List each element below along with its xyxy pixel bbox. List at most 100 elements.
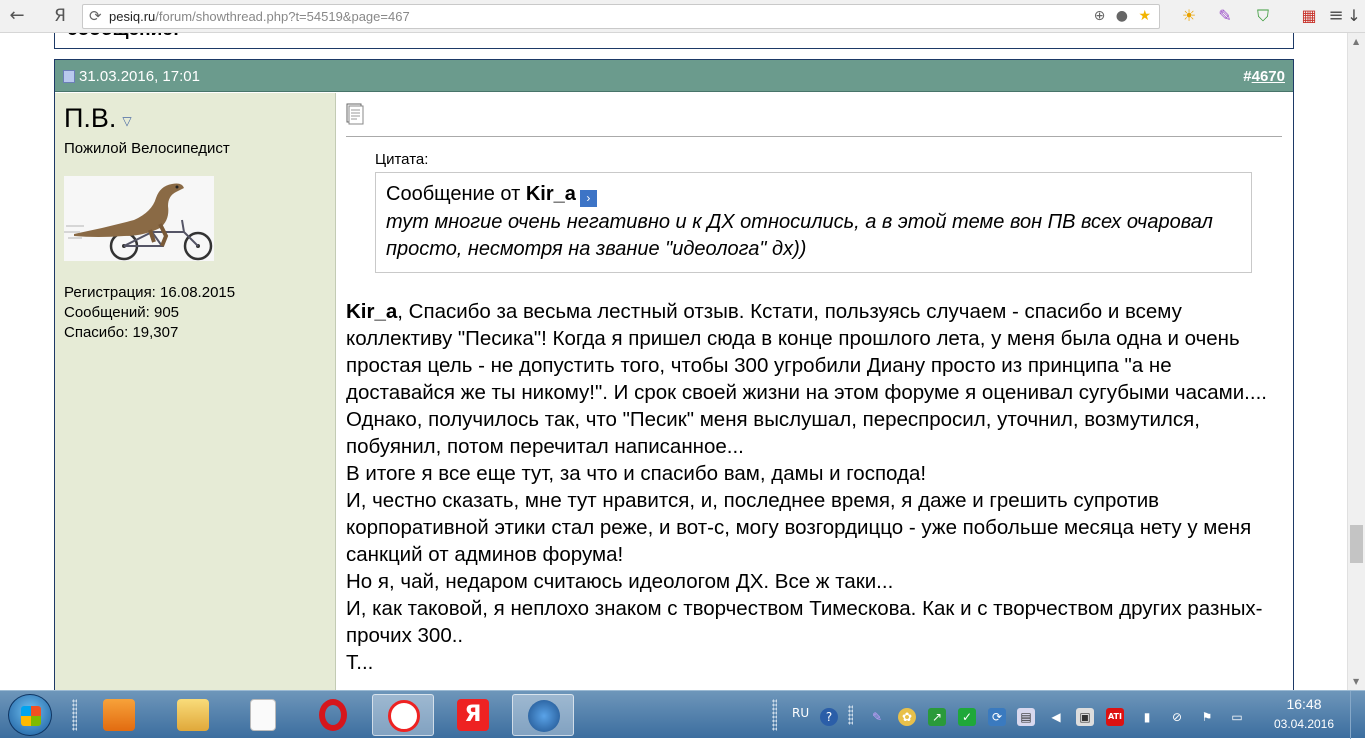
post-number-prefix: # xyxy=(1243,68,1252,85)
message-line: Т... xyxy=(346,651,374,674)
user-info-panel: П.В. ▽ Пожилой Велосипедист Регистрация: … xyxy=(55,93,336,690)
message-first-text: , Спасибо за весьма лестный отзыв. Кстат… xyxy=(346,300,1267,404)
user-title: Пожилой Велосипедист xyxy=(64,140,230,157)
page-scrollbar[interactable]: ▲ ▼ xyxy=(1347,33,1365,690)
post-header: 31.03.2016, 17:01 #4670 xyxy=(55,60,1293,92)
scroll-down-icon[interactable]: ▼ xyxy=(1353,677,1359,686)
document-file-icon xyxy=(250,699,276,731)
bookmark-star-icon[interactable]: ★ xyxy=(1138,8,1151,24)
user-stats: Регистрация: 16.08.2015 Сообщений: 905 С… xyxy=(64,283,235,343)
taskbar-grip[interactable] xyxy=(72,699,77,731)
ati-icon[interactable]: ATI xyxy=(1106,708,1124,726)
address-bar[interactable]: ⟳ pesiq.ru/forum/showthread.php?t=54519&… xyxy=(82,4,1160,29)
quote-author-name: Kir_a xyxy=(525,183,576,205)
url-text[interactable]: pesiq.ru/forum/showthread.php?t=54519&pa… xyxy=(109,9,410,24)
username[interactable]: П.В. xyxy=(64,103,116,133)
zoom-icon[interactable]: ⊕ xyxy=(1094,8,1106,24)
globe-phone-icon xyxy=(528,700,560,732)
post-number-link[interactable]: #4670 xyxy=(1243,68,1285,85)
post-message: Kir_a, Спасибо за весьма лестный отзыв. … xyxy=(346,298,1286,676)
checkmark-icon[interactable]: ✓ xyxy=(958,708,976,726)
usb-icon[interactable]: ▮ xyxy=(1138,708,1156,726)
taskbar-phone-app[interactable] xyxy=(512,694,574,736)
windows-logo-icon xyxy=(21,706,41,726)
taskbar-opera[interactable] xyxy=(302,694,364,736)
user-thanks-count: Спасибо: 19,307 xyxy=(64,324,179,341)
forum-post: 31.03.2016, 17:01 #4670 П.В. ▽ Пожилой Ве… xyxy=(54,59,1294,690)
forum-page: сообщение: 31.03.2016, 17:01 #4670 П.В. ▽… xyxy=(0,33,1347,690)
dinosaur-bicycle-avatar-icon xyxy=(64,183,213,261)
post-divider xyxy=(346,136,1282,137)
user-menu-dropdown-icon[interactable]: ▽ xyxy=(122,114,131,128)
taskbar-grip-2[interactable] xyxy=(772,699,777,731)
green-arrow-icon[interactable]: ↗ xyxy=(928,708,946,726)
no-sign-icon[interactable]: ⊘ xyxy=(1168,708,1186,726)
start-button[interactable] xyxy=(8,694,52,736)
quote-author-prefix: Сообщение от xyxy=(386,183,521,205)
scrollbar-thumb[interactable] xyxy=(1350,525,1363,563)
view-post-arrow-icon[interactable]: › xyxy=(579,190,597,207)
weather-sun-icon[interactable]: ☀ xyxy=(1178,5,1200,27)
url-path: /forum/showthread.php?t=54519&page=467 xyxy=(155,9,410,24)
message-line: Но я, чай, недаром считаюсь идеологом ДХ… xyxy=(346,570,894,593)
flag-icon[interactable]: ⚑ xyxy=(1198,708,1216,726)
post-number[interactable]: 4670 xyxy=(1252,68,1285,85)
quote-text: тут многие очень негативно и к ДХ относи… xyxy=(386,211,1213,260)
folder-icon xyxy=(177,699,209,731)
user-post-count: Сообщений: 905 xyxy=(64,304,180,321)
post-status-icon xyxy=(63,70,75,83)
back-arrow-icon[interactable]: ← xyxy=(6,4,28,28)
volume-icon[interactable]: ◀ xyxy=(1047,708,1065,726)
taskbar-yandex-browser[interactable] xyxy=(372,694,434,736)
network-icon[interactable]: ▣ xyxy=(1076,708,1094,726)
post-date: 31.03.2016, 17:01 xyxy=(63,68,200,85)
quote-block: Сообщение от Kir_a › тут многие очень нег… xyxy=(375,172,1252,273)
tray-grip xyxy=(848,705,853,725)
monitor-chart-icon[interactable]: ▤ xyxy=(1017,708,1035,726)
show-desktop-button[interactable] xyxy=(1350,691,1365,739)
taskbar-explorer[interactable] xyxy=(162,694,224,736)
previous-post-text: сообщение: xyxy=(67,33,179,41)
message-paragraph-1: Kir_a, Спасибо за весьма лестный отзыв. … xyxy=(346,298,1286,406)
download-arrow-icon[interactable]: ↓ xyxy=(1343,5,1365,27)
document-icon xyxy=(346,103,364,125)
post-date-text: 31.03.2016, 17:01 xyxy=(79,68,200,85)
previous-post-fragment: сообщение: xyxy=(54,33,1294,49)
opera-icon xyxy=(319,699,347,731)
info-icon[interactable]: ● xyxy=(1116,8,1128,24)
system-clock[interactable]: 16:48 03.04.2016 xyxy=(1268,696,1340,731)
taskbar-yandex-ya[interactable]: Я xyxy=(442,694,504,736)
reload-icon[interactable]: ⟳ xyxy=(89,7,102,25)
user-registration: Регистрация: 16.08.2015 xyxy=(64,284,236,301)
message-line: Однако, получилось так, что "Песик" меня… xyxy=(346,408,1200,458)
message-line: В итоге я все еще тут, за что и спасибо … xyxy=(346,462,927,485)
url-host: pesiq.ru xyxy=(109,9,156,24)
clock-time: 16:48 xyxy=(1286,696,1322,712)
taskbar-document[interactable] xyxy=(232,694,294,736)
post-content: Цитата: Сообщение от Kir_a › тут многие о… xyxy=(337,93,1293,690)
yellow-tray-icon[interactable]: ✿ xyxy=(898,708,916,726)
message-line: И, как таковой, я неплохо знаком с творч… xyxy=(346,597,1263,647)
scroll-up-icon[interactable]: ▲ xyxy=(1353,37,1359,46)
feather-tray-icon[interactable]: ✎ xyxy=(868,708,886,726)
language-indicator[interactable]: RU xyxy=(792,706,809,720)
quote-label: Цитата: xyxy=(375,151,429,168)
yandex-logo-icon[interactable]: Я xyxy=(50,4,70,28)
windows-taskbar: Я RU ? ✎ ✿ ↗ ✓ ⟳ ▤ ◀ ▣ ATI ▮ ⊘ ⚑ ▭ 16:48… xyxy=(0,690,1365,739)
quote-author-line: Сообщение от Kir_a › xyxy=(386,183,1241,207)
help-icon[interactable]: ? xyxy=(820,708,838,726)
yandex-browser-icon xyxy=(388,700,420,732)
yandex-ya-icon: Я xyxy=(457,699,489,731)
shield-check-icon[interactable]: ⛉ xyxy=(1252,5,1274,27)
extension-grid-icon[interactable]: ▦ xyxy=(1298,5,1320,27)
username-link[interactable]: П.В. ▽ xyxy=(64,103,132,134)
media-player-icon xyxy=(103,699,135,731)
clock-date: 03.04.2016 xyxy=(1273,717,1335,731)
user-avatar xyxy=(64,176,214,261)
feather-icon[interactable]: ✎ xyxy=(1214,5,1236,27)
browser-toolbar: ← Я ⟳ pesiq.ru/forum/showthread.php?t=54… xyxy=(0,0,1365,33)
address-icons: ⊕ ● ★ xyxy=(1088,8,1151,24)
display-icon[interactable]: ▭ xyxy=(1228,708,1246,726)
sync-icon[interactable]: ⟳ xyxy=(988,708,1006,726)
taskbar-media-player[interactable] xyxy=(88,694,150,736)
